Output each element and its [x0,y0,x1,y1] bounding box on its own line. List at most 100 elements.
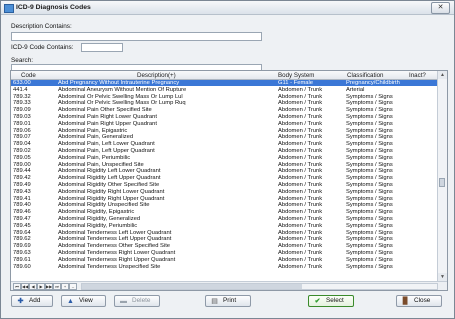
cell-description: Abdominal Or Pelvic Swelling Mass Or Lum… [58,93,183,100]
cell-classification: Pregnancy/Childbirth [346,80,400,86]
table-row[interactable]: 789.41 Abdominal Rigidity Right Upper Qua… [11,196,437,202]
table-row[interactable]: 789.01 Abdominal Pain Right Upper Quadran… [11,121,437,127]
cell-body-system: Abdomen / Trunk [278,168,323,175]
scroll-thumb[interactable] [439,178,445,187]
cell-code: 789.49 [13,182,31,188]
cell-description: Abdominal Rigidity, Generalized [58,216,141,222]
table-row[interactable]: 789.05 Abdominal Pain, Periumbilic Abdomen… [11,155,437,161]
table-row[interactable]: 789.49 Abdominal Rigidity Other Specified… [11,182,437,188]
cell-code: 441.4 [13,86,28,93]
table-row[interactable]: 789.62 Abdominal Tenderness Left Upper Qu… [11,236,437,242]
cell-classification: Symptoms / Signs [346,100,393,107]
cell-code: 789.05 [13,154,31,161]
last-record-icon[interactable]: ⏭ [53,283,61,290]
cell-classification: Symptoms / Signs [346,216,393,222]
cell-classification: Symptoms / Signs [346,175,393,182]
column-header-inactive[interactable]: Inact? [409,72,426,79]
cell-code: 633.00 [13,80,31,86]
cell-classification: Symptoms / Signs [346,222,393,229]
cell-classification: Symptoms / Signs [346,107,393,114]
next-record-icon[interactable]: ▶ [37,283,45,290]
table-row[interactable]: 789.42 Abdominal Rigidity Left Upper Quad… [11,175,437,181]
close-button[interactable]: ▉ Close [396,295,442,307]
first-record-icon[interactable]: ⏮ [13,283,21,290]
view-button[interactable]: ▲ View [61,295,106,307]
cell-classification: Symptoms / Signs [346,148,393,154]
cell-classification: Symptoms / Signs [346,168,393,175]
cell-description: Abdominal Tenderness Right Lower Quadran… [58,250,176,256]
cell-body-system: Abdomen / Trunk [278,202,323,209]
table-row[interactable]: 789.44 Abdominal Rigidity Left Lower Quad… [11,168,437,174]
print-button[interactable]: ▤ Print [205,295,251,307]
table-row[interactable]: 789.06 Abdominal Pain, Epigastric Abdomen … [11,128,437,134]
table-row[interactable]: 789.43 Abdominal Rigidity Right Lower Qua… [11,189,437,195]
table-row[interactable]: 789.03 Abdominal Pain Right Lower Quadran… [11,114,437,120]
cell-code: 789.33 [13,100,31,107]
select-button-label: Select [326,297,344,304]
code-input[interactable] [81,43,123,52]
table-row[interactable]: 789.61 Abdominal Tenderness Right Upper Q… [11,257,437,263]
table-row[interactable]: 789.32 Abdominal Or Pelvic Swelling Mass … [11,94,437,100]
column-header-classification[interactable]: Classification [347,72,383,79]
next-page-icon[interactable]: ▶▶ [45,283,53,290]
prev-record-icon[interactable]: ◀ [29,283,37,290]
table-row[interactable]: 789.07 Abdominal Pain, Generalized Abdomen… [11,134,437,140]
table-row[interactable]: 789.64 Abdominal Tenderness Left Lower Qu… [11,230,437,236]
cell-code: 789.61 [13,256,31,263]
delete-button[interactable]: ▬ Delete [114,295,160,307]
cell-description: Abdominal Tenderness Left Lower Quadrant [58,229,172,236]
app-icon [4,4,14,13]
table-row[interactable]: 789.09 Abdominal Pain Other Specified Sit… [11,107,437,113]
table-row[interactable]: 789.33 Abdominal Or Pelvic Swelling Mass … [11,100,437,106]
table-row[interactable]: 789.04 Abdominal Pain, Left Lower Quadran… [11,141,437,147]
scroll-up-icon[interactable]: ▲ [438,71,447,79]
cell-classification: Symptoms / Signs [346,263,393,270]
table-row[interactable]: 633.00 Abd Pregnancy Without Intrauterine… [11,80,437,87]
cell-body-system: Abdomen / Trunk [278,175,323,182]
cell-body-system: Abdomen / Trunk [278,229,323,236]
description-input[interactable] [11,32,262,41]
cell-classification: Symptoms / Signs [346,195,393,202]
cell-description: Abdominal Tenderness Left Upper Quadrant [58,236,172,243]
column-header-body-system[interactable]: Body System [278,72,314,79]
delete-record-icon[interactable]: – [69,283,77,290]
horizontal-scroll-thumb[interactable] [82,284,302,289]
column-header-code[interactable]: Code [21,72,36,79]
window-close-button[interactable]: ✕ [431,2,450,14]
cell-code: 789.44 [13,168,31,175]
cell-code: 789.69 [13,243,31,250]
cell-code: 789.03 [13,114,31,120]
table-row[interactable]: 789.45 Abdominal Rigidity, Periumbilic Abd… [11,223,437,229]
vertical-scrollbar[interactable]: ▲ ▼ [437,71,447,281]
column-header-description[interactable]: Description(+) [137,72,176,79]
checkmark-icon: ✔ [314,298,321,305]
table-row[interactable]: 789.40 Abdominal Rigidity Unspecified Sit… [11,202,437,208]
table-row[interactable]: 789.02 Abdominal Pain, Left Upper Quadran… [11,148,437,154]
cell-body-system: Abdomen / Trunk [278,256,323,263]
table-row[interactable]: 789.63 Abdominal Tenderness Right Lower Q… [11,250,437,256]
select-button[interactable]: ✔ Select [308,295,354,307]
cell-classification: Arterial [346,86,365,93]
table-row[interactable]: 789.60 Abdominal Tenderness Unspecified S… [11,264,437,270]
delete-button-label: Delete [132,297,151,304]
insert-record-icon[interactable]: + [61,283,69,290]
cell-code: 789.32 [13,93,31,100]
table-row[interactable]: 789.00 Abdominal Pain, Unspecified Site Ab… [11,162,437,168]
cell-code: 789.02 [13,148,31,154]
prev-page-icon[interactable]: ◀◀ [21,283,29,290]
cell-code: 789.41 [13,195,31,202]
horizontal-scrollbar[interactable] [81,283,438,290]
scroll-down-icon[interactable]: ▼ [438,273,447,281]
cell-body-system: Abdomen / Trunk [278,114,323,120]
cell-body-system: Abdomen / Trunk [278,134,323,141]
table-row[interactable]: 789.69 Abdominal Tenderness Other Specifi… [11,243,437,249]
plus-icon: ✚ [17,298,24,305]
cell-body-system: Abdomen / Trunk [278,263,323,270]
table-row[interactable]: 789.46 Abdominal Rigidity, Epigastric Abdo… [11,209,437,215]
table-row[interactable]: 789.47 Abdominal Rigidity, Generalized Abd… [11,216,437,222]
add-button[interactable]: ✚ Add [11,295,53,307]
table-row[interactable]: 441.4 Abdominal Aneurysm Without Mention … [11,87,437,93]
grid-header: Code Description(+) Body System Classifi… [11,71,437,80]
cell-description: Abd Pregnancy Without Intrauterine Pregn… [58,80,180,86]
cell-code: 789.40 [13,202,31,209]
